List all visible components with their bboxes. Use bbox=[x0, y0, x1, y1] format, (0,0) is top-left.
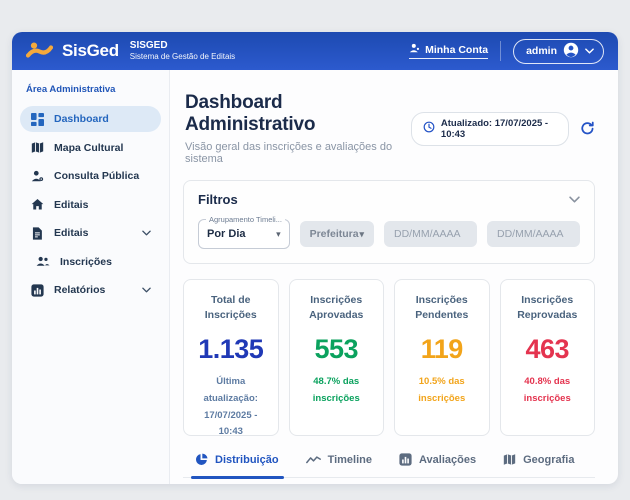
minha-conta-link[interactable]: Minha Conta bbox=[409, 43, 488, 59]
sidebar-item-label: Dashboard bbox=[54, 113, 109, 125]
person-icon bbox=[409, 43, 420, 57]
stat-card-total-inscricoes: Total de Inscrições 1.135 Última atualiz… bbox=[183, 279, 279, 436]
brand: SisGed SISGED Sistema de Gestão de Edita… bbox=[26, 40, 235, 63]
chevron-down-icon[interactable] bbox=[569, 196, 580, 203]
main-content: Dashboard Administrativo Visão geral das… bbox=[170, 70, 618, 484]
chevron-down-icon bbox=[142, 287, 151, 293]
stat-label: Inscrições Aprovadas bbox=[300, 293, 374, 323]
stat-subtext: Última atualização: 17/07/2025 - 10:43 bbox=[194, 374, 268, 441]
user-menu-button[interactable]: admin bbox=[513, 39, 604, 64]
home-icon bbox=[30, 198, 44, 211]
page-heading: Dashboard Administrativo Visão geral das… bbox=[185, 92, 411, 165]
dropdown-arrow-icon: ▾ bbox=[359, 230, 364, 239]
pie-chart-icon bbox=[195, 453, 208, 466]
tab-geografia[interactable]: Geografia bbox=[503, 453, 574, 477]
sidebar: Área Administrativa Dashboard bbox=[12, 70, 170, 484]
user-name-label: admin bbox=[526, 45, 557, 57]
stat-label: Total de Inscrições bbox=[194, 293, 268, 323]
stat-subtext: 10.5% das inscrições bbox=[405, 374, 479, 407]
stat-value: 1.135 bbox=[194, 334, 268, 365]
map-icon bbox=[30, 141, 44, 154]
refresh-button[interactable] bbox=[580, 121, 595, 136]
tab-label: Avaliações bbox=[419, 454, 476, 466]
logo-text: SisGed bbox=[62, 41, 119, 61]
clock-icon bbox=[423, 121, 435, 136]
tab-label: Timeline bbox=[328, 454, 372, 466]
stat-label: Inscrições Reprovadas bbox=[511, 293, 585, 323]
person-gear-icon bbox=[30, 170, 44, 183]
tab-distribuicao[interactable]: Distribuição bbox=[195, 453, 279, 477]
top-header: SisGed SISGED Sistema de Gestão de Edita… bbox=[12, 32, 618, 70]
tab-timeline[interactable]: Timeline bbox=[306, 453, 372, 477]
sidebar-item-inscricoes[interactable]: Inscrições bbox=[26, 249, 161, 275]
page-title: Dashboard Administrativo bbox=[185, 92, 411, 136]
bar-chart-icon bbox=[30, 284, 44, 297]
updated-badge: Atualizado: 17/07/2025 - 10:43 bbox=[411, 112, 569, 146]
sidebar-item-label: Relatórios bbox=[54, 284, 105, 296]
stat-card-reprovadas: Inscrições Reprovadas 463 40.8% das insc… bbox=[500, 279, 596, 436]
chevron-down-icon bbox=[585, 45, 594, 57]
timeline-grouping-value: Por Dia bbox=[207, 228, 246, 240]
stat-card-pendentes: Inscrições Pendentes 119 10.5% das inscr… bbox=[394, 279, 490, 436]
stat-subtext: 48.7% das inscrições bbox=[300, 374, 374, 407]
date-end-input[interactable] bbox=[487, 221, 580, 247]
sidebar-section-title: Área Administrativa bbox=[12, 82, 169, 106]
sidebar-item-relatorios[interactable]: Relatórios bbox=[20, 277, 161, 303]
map-icon bbox=[503, 453, 516, 466]
sidebar-item-label: Editais bbox=[54, 227, 88, 239]
tab-label: Distribuição bbox=[215, 454, 279, 466]
prefeitura-select[interactable]: Prefeitura ▾ bbox=[300, 221, 374, 247]
chevron-down-icon bbox=[142, 230, 151, 236]
sidebar-item-dashboard[interactable]: Dashboard bbox=[20, 106, 161, 132]
stat-value: 119 bbox=[405, 334, 479, 365]
app-subtitle: Sistema de Gestão de Editais bbox=[130, 52, 235, 62]
app-name: SISGED bbox=[130, 40, 235, 53]
filters-title: Filtros bbox=[198, 192, 238, 207]
stat-card-aprovadas: Inscrições Aprovadas 553 48.7% das inscr… bbox=[289, 279, 385, 436]
page-subtitle: Visão geral das inscrições e avaliações … bbox=[185, 141, 411, 165]
updated-badge-label: Atualizado: 17/07/2025 - 10:43 bbox=[441, 118, 557, 140]
timeline-grouping-select[interactable]: Agrupamento Timeli... Por Dia ▾ bbox=[198, 219, 290, 249]
tab-label: Geografia bbox=[523, 454, 574, 466]
header-actions: Minha Conta admin bbox=[409, 39, 604, 64]
logo-swoosh-icon bbox=[26, 42, 53, 60]
dashboard-grid-icon bbox=[30, 113, 44, 126]
line-chart-icon bbox=[306, 455, 321, 465]
sidebar-item-label: Consulta Pública bbox=[54, 170, 139, 182]
timeline-grouping-label: Agrupamento Timeli... bbox=[206, 215, 285, 224]
date-start-input[interactable] bbox=[384, 221, 477, 247]
sidebar-item-label: Inscrições bbox=[60, 256, 112, 268]
minha-conta-label: Minha Conta bbox=[425, 44, 488, 56]
sidebar-item-consulta-publica[interactable]: Consulta Pública bbox=[20, 163, 161, 189]
sidebar-item-editais-home[interactable]: Editais bbox=[20, 192, 161, 218]
chart-tabs: Distribuição Timeline bbox=[183, 453, 595, 478]
app-identity: SISGED Sistema de Gestão de Editais bbox=[130, 40, 235, 63]
stat-value: 463 bbox=[511, 334, 585, 365]
filters-card: Filtros Agrupamento Timeli... Por Dia ▾ … bbox=[183, 180, 595, 264]
app-window: SisGed SISGED Sistema de Gestão de Edita… bbox=[12, 32, 618, 484]
filters-header[interactable]: Filtros bbox=[198, 192, 580, 207]
stat-subtext: 40.8% das inscrições bbox=[511, 374, 585, 407]
sidebar-item-label: Mapa Cultural bbox=[54, 142, 123, 154]
stat-label: Inscrições Pendentes bbox=[405, 293, 479, 323]
prefeitura-value: Prefeitura bbox=[310, 228, 359, 240]
sidebar-item-editais-doc[interactable]: Editais bbox=[20, 220, 161, 246]
sidebar-item-mapa-cultural[interactable]: Mapa Cultural bbox=[20, 135, 161, 161]
sidebar-item-label: Editais bbox=[54, 199, 88, 211]
document-icon bbox=[30, 227, 44, 240]
bar-chart-icon bbox=[399, 453, 412, 466]
dropdown-arrow-icon: ▾ bbox=[276, 230, 281, 239]
header-divider bbox=[500, 41, 501, 61]
tab-avaliacoes[interactable]: Avaliações bbox=[399, 453, 476, 477]
stats-row: Total de Inscrições 1.135 Última atualiz… bbox=[183, 279, 595, 436]
stat-value: 553 bbox=[300, 334, 374, 365]
people-icon bbox=[36, 256, 50, 267]
user-avatar-icon bbox=[563, 42, 579, 61]
